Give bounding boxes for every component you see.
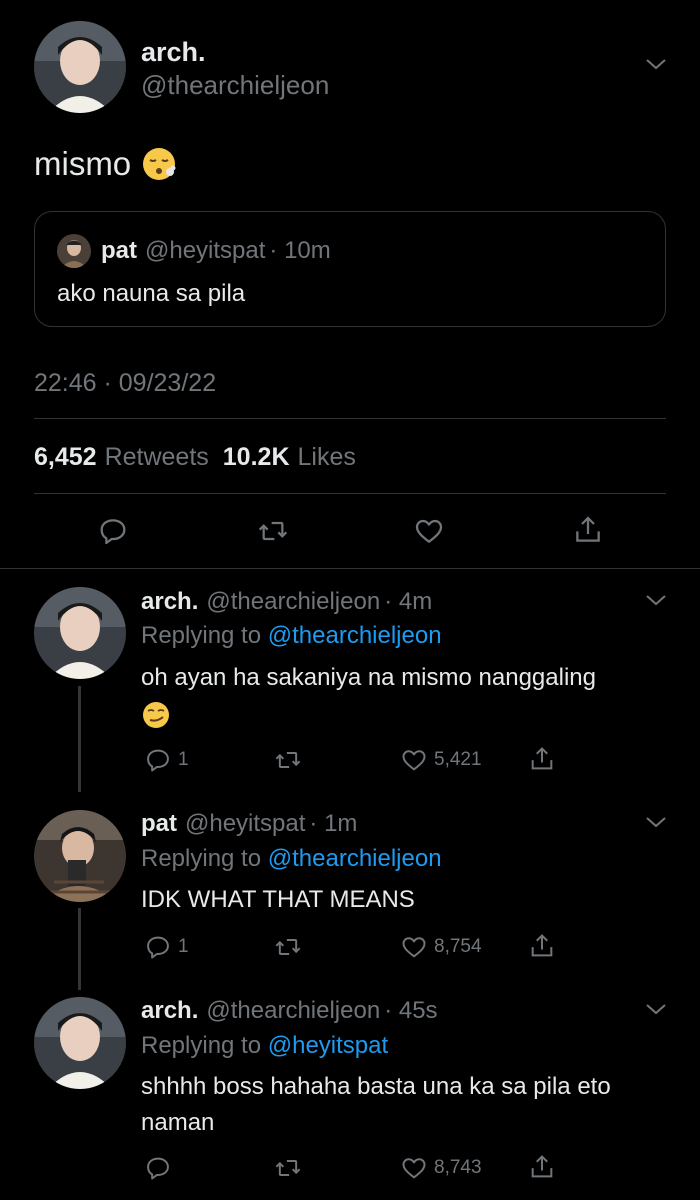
replying-to-link[interactable]: @heyitspat	[268, 1032, 388, 1059]
divider	[0, 568, 700, 569]
like-button[interactable]: 5,421	[400, 746, 482, 774]
replying-to: Replying to @thearchieljeon	[141, 622, 442, 650]
tweet-stats: 6,452 Retweets 10.2K Likes	[34, 443, 362, 472]
likes-count[interactable]: 10.2K	[223, 443, 290, 472]
replying-to: Replying to @thearchieljeon	[141, 845, 442, 873]
reply-text: oh ayan ha sakaniya na mismo nanggaling	[141, 660, 661, 732]
avatar[interactable]	[34, 997, 126, 1089]
face-exhaling-icon	[143, 148, 176, 180]
share-icon[interactable]	[528, 744, 556, 774]
reply-header: arch. @thearchieljeon · 45s	[141, 997, 438, 1025]
reply-text: IDK WHAT THAT MEANS	[141, 886, 415, 913]
quoted-author-handle: @heyitspat	[145, 237, 266, 264]
like-icon	[402, 937, 426, 958]
reply-icon	[147, 936, 169, 959]
like-icon[interactable]	[413, 515, 445, 547]
like-icon	[402, 1158, 426, 1179]
chevron-down-icon[interactable]	[644, 1001, 668, 1017]
reply-icon[interactable]	[97, 515, 129, 547]
like-count: 8,743	[434, 1157, 482, 1178]
share-icon[interactable]	[528, 1152, 556, 1182]
reply-button[interactable]	[144, 1154, 178, 1182]
retweets-count[interactable]: 6,452	[34, 443, 97, 472]
retweets-label[interactable]: Retweets	[105, 443, 209, 472]
quoted-tweet-text: ako nauna sa pila	[57, 280, 246, 307]
retweet-icon[interactable]	[256, 515, 290, 547]
retweet-icon[interactable]	[273, 746, 303, 774]
reply-icon	[147, 749, 169, 772]
replying-to-link[interactable]: @thearchieljeon	[268, 622, 442, 649]
share-icon[interactable]	[572, 513, 604, 547]
main-author-handle[interactable]: @thearchieljeon	[141, 70, 329, 101]
like-button[interactable]: 8,754	[400, 933, 482, 961]
retweet-icon[interactable]	[273, 1154, 303, 1182]
reply-author-handle[interactable]: @heyitspat	[185, 810, 305, 838]
reply-button[interactable]: 1	[144, 933, 189, 961]
reply-author-name[interactable]: pat	[141, 810, 177, 838]
reply-text: shhhh boss hahaha basta una ka sa pila e…	[141, 1073, 611, 1136]
thread-line	[78, 686, 81, 792]
divider	[34, 493, 666, 494]
replying-to-link[interactable]: @thearchieljeon	[268, 845, 442, 872]
tweet-text-content: mismo	[34, 145, 132, 182]
chevron-down-icon[interactable]	[644, 814, 668, 830]
reply-time: · 45s	[384, 997, 438, 1024]
reply-icon	[147, 1157, 169, 1180]
reply-count: 1	[178, 749, 189, 770]
avatar[interactable]	[34, 810, 126, 902]
reply-author-handle[interactable]: @thearchieljeon	[206, 997, 380, 1025]
quoted-avatar	[57, 234, 91, 268]
retweet-icon[interactable]	[273, 933, 303, 961]
reply-author-name[interactable]: arch.	[141, 997, 198, 1025]
tweet-timestamp[interactable]: 22:46 · 09/23/22	[34, 369, 216, 398]
thread-line	[78, 908, 81, 990]
like-icon	[402, 750, 426, 771]
chevron-down-icon[interactable]	[644, 56, 668, 72]
reply-header: arch. @thearchieljeon · 4m	[141, 588, 432, 616]
avatar[interactable]	[34, 587, 126, 679]
quoted-tweet-header: pat @heyitspat · 10m	[57, 234, 331, 268]
replying-to-prefix: Replying to	[141, 1032, 262, 1059]
divider	[34, 418, 666, 419]
reply-author-name[interactable]: arch.	[141, 588, 198, 616]
quoted-time: · 10m	[269, 237, 331, 264]
replying-to-prefix: Replying to	[141, 622, 262, 649]
like-count: 8,754	[434, 936, 482, 957]
reply-text-content: oh ayan ha sakaniya na mismo nanggaling	[141, 664, 596, 691]
likes-label[interactable]: Likes	[298, 443, 356, 472]
chevron-down-icon[interactable]	[644, 592, 668, 608]
main-author-name[interactable]: arch.	[141, 37, 206, 68]
quoted-author-name: pat	[101, 237, 137, 264]
replying-to: Replying to @heyitspat	[141, 1032, 388, 1060]
tweet-text: mismo	[34, 145, 177, 183]
share-icon[interactable]	[528, 931, 556, 961]
quoted-tweet[interactable]: pat @heyitspat · 10m ako nauna sa pila	[34, 211, 666, 327]
reply-author-handle[interactable]: @thearchieljeon	[206, 588, 380, 616]
replying-to-prefix: Replying to	[141, 845, 262, 872]
smirking-face-icon	[143, 701, 169, 728]
avatar[interactable]	[34, 21, 126, 113]
reply-time: · 4m	[384, 588, 433, 615]
reply-time: · 1m	[309, 810, 358, 837]
like-count: 5,421	[434, 749, 482, 770]
like-button[interactable]: 8,743	[400, 1154, 482, 1182]
reply-count: 1	[178, 936, 189, 957]
reply-header: pat @heyitspat · 1m	[141, 810, 357, 838]
reply-button[interactable]: 1	[144, 746, 189, 774]
